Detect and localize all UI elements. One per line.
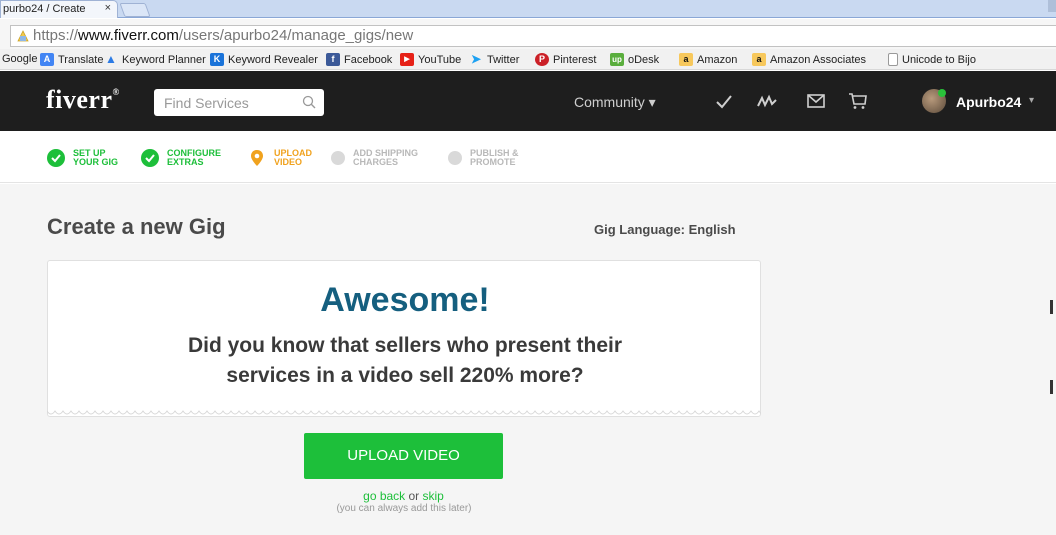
step-configure-extras[interactable]: CONFIGURE EXTRAS xyxy=(141,149,221,167)
site-header: fiverr® Find Services Community ▾ Apurbo… xyxy=(0,71,1056,131)
amazon-icon: a xyxy=(679,53,693,66)
headline: Awesome! xyxy=(320,281,490,319)
go-back-link[interactable]: go back xyxy=(363,489,405,503)
tab-close-icon[interactable]: × xyxy=(105,2,111,14)
browser-tab-strip: purbo24 / Create × xyxy=(0,0,1056,18)
activity-icon[interactable] xyxy=(757,92,777,110)
check-circle-icon xyxy=(141,149,159,167)
skip-links: go back or skip xyxy=(363,489,444,503)
hint-text: (you can always add this later) xyxy=(336,503,472,514)
keyword-revealer-icon: K xyxy=(210,53,224,66)
community-menu[interactable]: Community ▾ xyxy=(574,94,656,111)
video-promo-card: Awesome! Did you know that sellers who p… xyxy=(47,260,761,417)
pinterest-icon: P xyxy=(535,53,549,66)
promo-message: Did you know that sellers who present th… xyxy=(187,334,623,387)
bookmark-facebook[interactable]: f Facebook xyxy=(326,53,392,66)
chevron-down-icon[interactable]: ▾ xyxy=(1029,95,1034,106)
check-circle-icon xyxy=(47,149,65,167)
envelope-icon[interactable] xyxy=(806,92,826,110)
step-add-shipping: ADD SHIPPING CHARGES xyxy=(331,149,418,167)
gig-language: Gig Language: English xyxy=(594,222,736,237)
bookmark-odesk[interactable]: up oDesk xyxy=(610,53,659,66)
cart-icon[interactable] xyxy=(848,92,868,110)
bookmark-keyword-planner[interactable]: ▲ Keyword Planner xyxy=(104,53,206,66)
checkmark-icon[interactable] xyxy=(714,92,734,110)
facebook-icon: f xyxy=(326,53,340,66)
pending-circle-icon xyxy=(331,151,345,165)
bookmark-unicode[interactable]: Unicode to Bijo xyxy=(888,53,976,66)
bookmark-amazon-associates[interactable]: a Amazon Associates xyxy=(752,53,866,66)
adwords-icon: ▲ xyxy=(105,52,117,66)
new-tab-button[interactable] xyxy=(119,3,151,17)
step-label: PUBLISH & PROMOTE xyxy=(470,148,519,167)
online-status-dot xyxy=(938,89,946,97)
upload-video-button[interactable]: UPLOAD VIDEO xyxy=(304,433,503,479)
step-set-up-gig[interactable]: SET UP YOUR GIG xyxy=(47,149,118,167)
browser-tab[interactable]: purbo24 / Create × xyxy=(0,0,118,18)
youtube-icon: ▶ xyxy=(400,53,414,66)
map-pin-icon xyxy=(251,150,263,166)
bookmark-translate[interactable]: A Translate xyxy=(40,53,103,66)
pending-circle-icon xyxy=(448,151,462,165)
main-content: Create a new Gig Gig Language: English A… xyxy=(0,184,1056,535)
fiverr-logo[interactable]: fiverr® xyxy=(46,85,120,115)
bookmarks-bar: Google A Translate ▲ Keyword Planner K Keyw… xyxy=(0,49,1056,70)
gig-progress-steps: SET UP YOUR GIG CONFIGURE EXTRAS UPLOAD … xyxy=(0,131,1056,183)
lock-icon xyxy=(17,30,29,42)
url-field[interactable]: https://www.fiverr.com/users/apurbo24/ma… xyxy=(10,25,1056,47)
step-label: CONFIGURE EXTRAS xyxy=(167,148,221,167)
bookmark-twitter[interactable]: ➤ Twitter xyxy=(469,53,519,66)
page-icon xyxy=(888,53,898,66)
skip-link[interactable]: skip xyxy=(423,489,444,503)
step-publish-promote: PUBLISH & PROMOTE xyxy=(448,149,519,167)
page-title: Create a new Gig xyxy=(47,214,226,239)
bookmark-amazon[interactable]: a Amazon xyxy=(679,53,737,66)
step-label: UPLOAD VIDEO xyxy=(274,148,312,167)
card-wave-edge xyxy=(47,410,761,415)
step-label: ADD SHIPPING CHARGES xyxy=(353,148,419,167)
bookmark-google[interactable]: Google xyxy=(2,53,37,65)
step-upload-video[interactable]: UPLOAD VIDEO xyxy=(248,149,312,167)
username[interactable]: Apurbo24 xyxy=(956,94,1021,110)
tab-title: purbo24 / Create xyxy=(3,3,86,15)
twitter-icon: ➤ xyxy=(470,52,482,66)
window-control[interactable] xyxy=(1048,0,1056,12)
address-bar: https://www.fiverr.com/users/apurbo24/ma… xyxy=(0,19,1056,49)
bookmark-pinterest[interactable]: P Pinterest xyxy=(535,53,596,66)
search-placeholder: Find Services xyxy=(164,95,249,111)
translate-icon: A xyxy=(40,53,54,66)
search-input[interactable]: Find Services xyxy=(154,89,324,116)
odesk-icon: up xyxy=(610,53,624,66)
url-text: https://www.fiverr.com/users/apurbo24/ma… xyxy=(33,27,414,44)
bookmark-youtube[interactable]: ▶ YouTube xyxy=(400,53,461,66)
bookmark-keyword-revealer[interactable]: K Keyword Revealer xyxy=(210,53,318,66)
amazon-icon: a xyxy=(752,53,766,66)
edge-marker xyxy=(1050,380,1053,394)
search-icon[interactable] xyxy=(302,95,316,109)
step-label: SET UP YOUR GIG xyxy=(73,148,119,167)
edge-marker xyxy=(1050,300,1053,314)
